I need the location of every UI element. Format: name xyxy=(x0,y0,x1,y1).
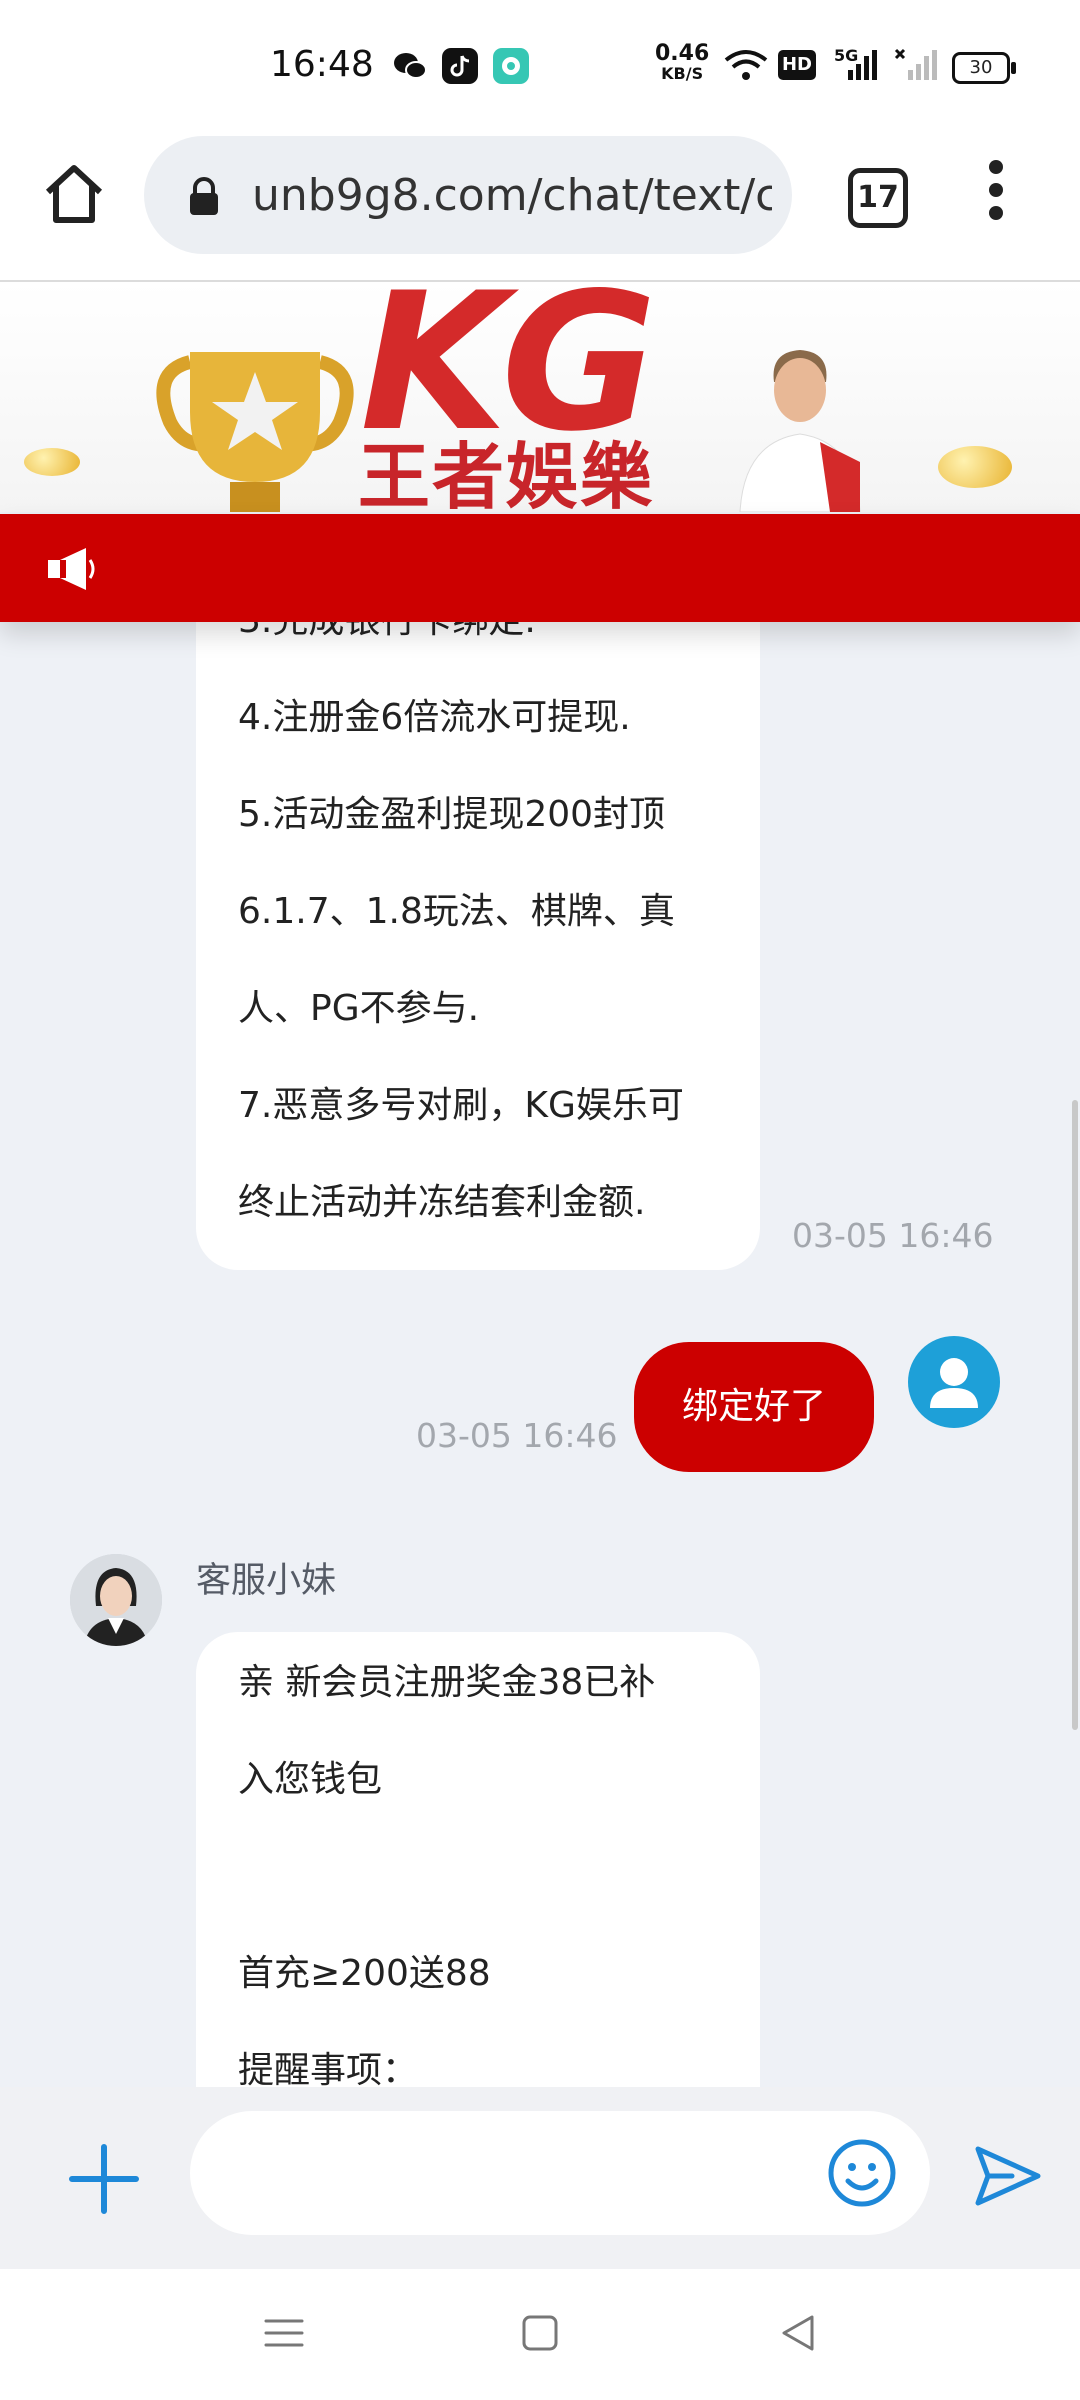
recent-apps-icon[interactable] xyxy=(262,2311,306,2355)
status-bar: 16:48 0.46 KB/S HD 5G 30 xyxy=(0,0,1080,130)
message-line: 终止活动并冻结套利金额. xyxy=(238,1182,646,1223)
back-icon[interactable] xyxy=(776,2311,820,2355)
message-line: 3.完成银行卡绑定. xyxy=(238,622,684,669)
address-bar[interactable]: unb9g8.com/chat/text/c xyxy=(144,136,792,254)
send-icon[interactable] xyxy=(972,2143,1044,2209)
chat-scrollbar[interactable] xyxy=(1072,1100,1078,1730)
announcement-bar[interactable] xyxy=(0,514,1080,622)
message-line: 提醒事项： xyxy=(238,2050,419,2087)
message-line: 4.注册金6倍流水可提现. xyxy=(238,697,631,738)
hd-icon: HD xyxy=(778,50,816,80)
wifi-icon xyxy=(724,48,768,87)
lock-icon xyxy=(184,176,224,216)
browser-toolbar: unb9g8.com/chat/text/c 17 xyxy=(0,130,1080,282)
message-line: 入您钱包 xyxy=(238,1759,383,1800)
net-speed: 0.46 KB/S xyxy=(655,41,710,84)
agent-message-bubble: 亲 新会员注册奖金38已补 入您钱包 首充≥200送88 提醒事项： xyxy=(196,1632,760,2087)
player-image xyxy=(730,342,870,512)
message-input-bar xyxy=(0,2087,1080,2269)
wechat-icon xyxy=(392,48,428,84)
signal-sim2-icon xyxy=(894,46,938,86)
agent-avatar[interactable] xyxy=(70,1554,162,1646)
message-line: 亲 新会员注册奖金38已补 xyxy=(238,1662,656,1703)
message-timestamp: 03-05 16:46 xyxy=(416,1416,618,1455)
add-attachment-icon[interactable] xyxy=(68,2143,140,2215)
banner-subtitle: 王者娛樂 xyxy=(358,435,655,512)
status-time: 16:48 xyxy=(270,44,374,85)
emoji-icon[interactable] xyxy=(826,2137,898,2209)
url-text: unb9g8.com/chat/text/c xyxy=(252,170,772,221)
message-line: 6.1.7、1.8玩法、棋牌、真 xyxy=(238,891,675,932)
message-input[interactable] xyxy=(190,2111,930,2235)
megaphone-icon xyxy=(44,546,102,592)
message-timestamp: 03-05 16:46 xyxy=(792,1216,994,1255)
home-nav-icon[interactable] xyxy=(518,2311,562,2355)
battery-icon: 30 xyxy=(952,52,1016,84)
message-line: 5.活动金盈利提现200封顶 xyxy=(238,794,666,835)
agent-name: 客服小妹 xyxy=(196,1561,337,1601)
trophy-icon xyxy=(150,332,360,512)
agent-message-bubble: 3.完成银行卡绑定. 4.注册金6倍流水可提现. 5.活动金盈利提现200封顶 … xyxy=(196,622,760,1270)
coin-decoration xyxy=(24,448,80,476)
system-nav-bar xyxy=(0,2269,1080,2400)
user-avatar[interactable] xyxy=(908,1336,1000,1428)
more-menu-icon[interactable] xyxy=(976,160,1016,230)
tab-switcher-button[interactable]: 17 xyxy=(848,168,908,228)
promo-banner[interactable]: KG 王者娛樂 xyxy=(0,282,1080,512)
message-line: 7.恶意多号对刷，KG娱乐可 xyxy=(238,1085,684,1126)
chat-area[interactable]: 3.完成银行卡绑定. 4.注册金6倍流水可提现. 5.活动金盈利提现200封顶 … xyxy=(0,622,1080,2087)
message-line: 首充≥200送88 xyxy=(238,1953,491,1994)
tiktok-icon xyxy=(442,48,478,84)
message-line xyxy=(238,1828,655,1925)
chat-app-icon xyxy=(493,48,529,84)
user-message-bubble: 绑定好了 xyxy=(634,1342,874,1472)
message-line: 人、PG不参与. xyxy=(238,988,480,1029)
home-icon[interactable] xyxy=(40,160,108,228)
coin-decoration xyxy=(938,446,1012,488)
